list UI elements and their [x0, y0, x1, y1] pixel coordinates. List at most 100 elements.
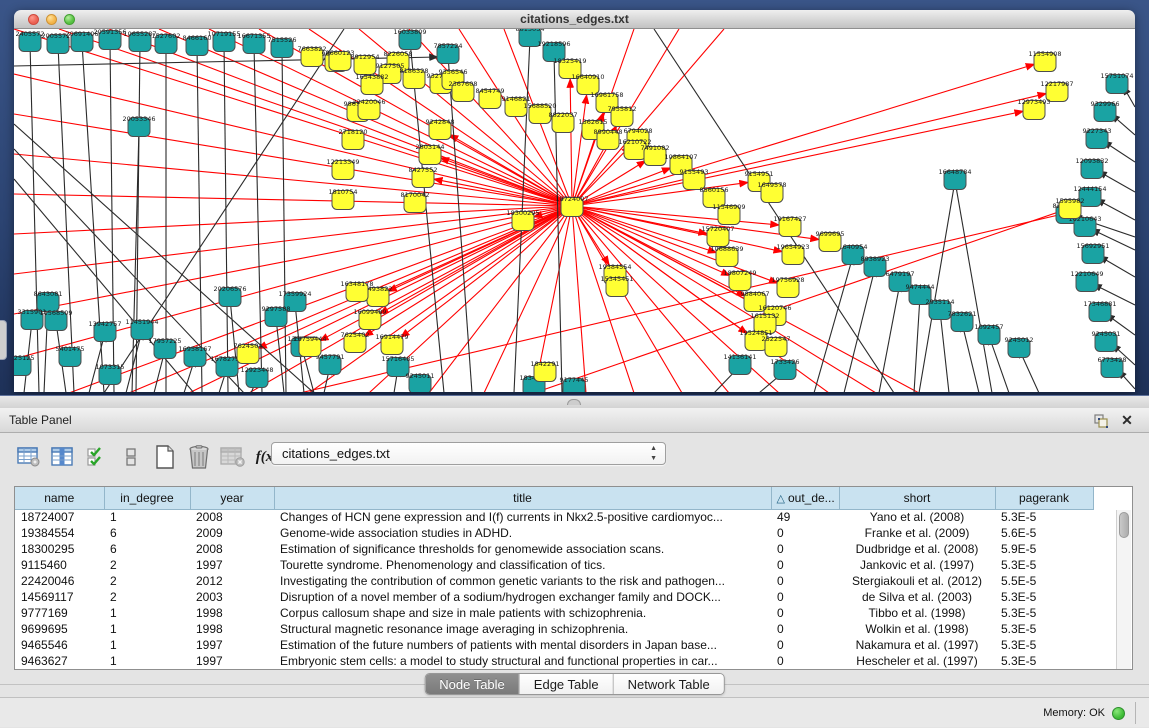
cell-title[interactable]: Structural magnetic resonance image aver… [274, 621, 771, 637]
cell-title[interactable]: Corpus callosum shape and size in male p… [274, 605, 771, 621]
cell-out_degree[interactable]: 0 [771, 637, 839, 653]
cell-name[interactable]: 18300295 [15, 541, 104, 557]
network-edge[interactable] [14, 194, 572, 206]
network-edge[interactable] [962, 323, 979, 392]
cell-short[interactable]: Franke et al. (2009) [839, 525, 995, 541]
table-row[interactable]: 977716911998Corpus callosum shape and si… [15, 605, 1118, 621]
tab-node-table[interactable]: Node Table [425, 674, 520, 694]
cell-in_degree[interactable]: 2 [104, 589, 190, 605]
cell-year[interactable]: 1997 [190, 653, 274, 669]
cell-pagerank[interactable]: 5.3E-5 [995, 621, 1093, 637]
network-edge[interactable] [14, 206, 572, 274]
show-columns-icon[interactable] [48, 443, 78, 471]
cell-out_degree[interactable]: 49 [771, 509, 839, 525]
cell-pagerank[interactable]: 5.3E-5 [995, 589, 1093, 605]
cell-in_degree[interactable]: 6 [104, 525, 190, 541]
cell-out_degree[interactable]: 0 [771, 605, 839, 621]
cell-title[interactable]: Embryonic stem cells: a model to study s… [274, 653, 771, 669]
cell-title[interactable]: Estimation of significance thresholds fo… [274, 541, 771, 557]
network-edge[interactable] [955, 181, 992, 392]
network-edge[interactable] [914, 296, 920, 392]
cell-name[interactable]: 9115460 [15, 557, 104, 573]
table-row[interactable]: 946362711997Embryonic stem cells: a mode… [15, 653, 1118, 669]
table-row[interactable]: 969969511998Structural magnetic resonanc… [15, 621, 1118, 637]
cell-title[interactable]: Estimation of the future numbers of pati… [274, 637, 771, 653]
column-header-pagerank[interactable]: pagerank [995, 487, 1093, 509]
panel-splitter[interactable] [0, 395, 1149, 408]
cell-pagerank[interactable]: 5.3E-5 [995, 653, 1093, 669]
cell-short[interactable]: Hescheler et al. (1997) [839, 653, 995, 669]
network-edge[interactable] [534, 208, 1070, 392]
table-settings-icon[interactable] [14, 443, 44, 471]
network-edge[interactable] [126, 331, 142, 392]
cell-in_degree[interactable]: 2 [104, 573, 190, 589]
table-row[interactable]: 1830029562008Estimation of significance … [15, 541, 1118, 557]
cell-pagerank[interactable]: 5.3E-5 [995, 637, 1093, 653]
cell-name[interactable]: 9699695 [15, 621, 104, 637]
network-edge[interactable] [448, 55, 472, 392]
cell-pagerank[interactable]: 5.3E-5 [995, 605, 1093, 621]
cell-name[interactable]: 9777169 [15, 605, 104, 621]
cell-title[interactable]: Changes of HCN gene expression and I(f) … [274, 509, 771, 525]
network-edge[interactable] [440, 158, 572, 206]
cell-out_degree[interactable]: 0 [771, 525, 839, 541]
network-edge[interactable] [14, 114, 572, 206]
cell-name[interactable]: 18724007 [15, 509, 104, 525]
cell-out_degree[interactable]: 0 [771, 621, 839, 637]
column-header-year[interactable]: year [190, 487, 274, 509]
table-scrollbar-thumb[interactable] [1119, 512, 1129, 538]
network-edge[interactable] [844, 268, 875, 392]
cell-year[interactable]: 1997 [190, 637, 274, 653]
row-height-icon[interactable] [116, 443, 146, 471]
cell-in_degree[interactable]: 1 [104, 653, 190, 669]
cell-short[interactable]: de Silva et al. (2003) [839, 589, 995, 605]
network-edge[interactable] [814, 256, 853, 392]
cell-name[interactable]: 14569117 [15, 589, 104, 605]
network-edge[interactable] [197, 47, 202, 392]
cell-out_degree[interactable]: 0 [771, 589, 839, 605]
cell-year[interactable]: 2012 [190, 573, 274, 589]
cell-pagerank[interactable]: 5.9E-5 [995, 541, 1093, 557]
tab-edge-table[interactable]: Edge Table [520, 674, 614, 694]
table-row[interactable]: 911546021997Tourette syndrome. Phenomeno… [15, 557, 1118, 573]
cell-short[interactable]: Yano et al. (2008) [839, 509, 995, 525]
new-table-icon[interactable] [150, 443, 180, 471]
cell-year[interactable]: 1998 [190, 605, 274, 621]
column-header-in_degree[interactable]: in_degree [104, 487, 190, 509]
cell-out_degree[interactable]: 0 [771, 557, 839, 573]
network-edge[interactable] [940, 311, 949, 392]
network-edge[interactable] [224, 43, 228, 392]
cell-short[interactable]: Dudbridge et al. (2008) [839, 541, 995, 557]
close-panel-icon[interactable]: ✕ [1119, 411, 1135, 429]
cell-title[interactable]: Disruption of a novel member of a sodium… [274, 589, 771, 605]
cell-short[interactable]: Stergiakouli et al. (2012) [839, 573, 995, 589]
cell-out_degree[interactable]: 0 [771, 573, 839, 589]
cell-in_degree[interactable]: 1 [104, 509, 190, 525]
cell-in_degree[interactable]: 1 [104, 637, 190, 653]
network-edge[interactable] [570, 79, 572, 206]
table-row[interactable]: 2242004622012Investigating the contribut… [15, 573, 1118, 589]
table-row[interactable]: 1872400712008Changes of HCN gene express… [15, 509, 1118, 525]
cell-year[interactable]: 1997 [190, 557, 274, 573]
cell-name[interactable]: 9463627 [15, 653, 104, 669]
cell-in_degree[interactable]: 1 [104, 605, 190, 621]
network-canvas[interactable]: 2405572200557242069140620591356106552871… [14, 29, 1135, 392]
cell-out_degree[interactable]: 0 [771, 653, 839, 669]
tab-network-table[interactable]: Network Table [614, 674, 724, 694]
delete-table-icon[interactable] [184, 443, 214, 471]
table-row[interactable]: 1938455462009Genome-wide association stu… [15, 525, 1118, 541]
cell-name[interactable]: 22420046 [15, 573, 104, 589]
cell-in_degree[interactable]: 2 [104, 557, 190, 573]
cell-short[interactable]: Nakamura et al. (1997) [839, 637, 995, 653]
network-edge[interactable] [14, 206, 572, 234]
cell-title[interactable]: Genome-wide association studies in ADHD. [274, 525, 771, 541]
cell-year[interactable]: 2009 [190, 525, 274, 541]
cell-year[interactable]: 2003 [190, 589, 274, 605]
cell-name[interactable]: 9465546 [15, 637, 104, 653]
network-edge[interactable] [30, 43, 39, 392]
cell-pagerank[interactable]: 5.3E-5 [995, 557, 1093, 573]
cell-pagerank[interactable]: 5.3E-5 [995, 509, 1093, 525]
cell-year[interactable]: 2008 [190, 509, 274, 525]
cell-title[interactable]: Tourette syndrome. Phenomenology and cla… [274, 557, 771, 573]
cell-name[interactable]: 19384554 [15, 525, 104, 541]
